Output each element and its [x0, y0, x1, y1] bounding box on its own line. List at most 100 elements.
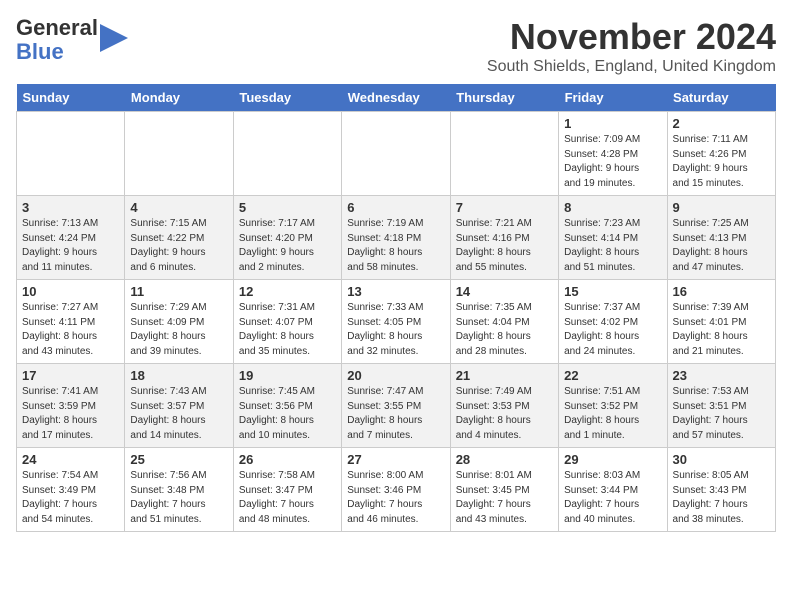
calendar-cell: 23Sunrise: 7:53 AM Sunset: 3:51 PM Dayli… — [667, 364, 775, 448]
calendar-cell: 1 Sunrise: 7:09 AM Sunset: 4:28 PM Daylig… — [559, 112, 667, 196]
calendar-week-4: 17Sunrise: 7:41 AM Sunset: 3:59 PM Dayli… — [17, 364, 776, 448]
day-number: 18 — [130, 368, 227, 383]
calendar-cell: 27 Sunrise: 8:00 AM Sunset: 3:46 PM Dayli… — [342, 448, 450, 532]
logo: GeneralBlue — [16, 16, 128, 64]
calendar-week-5: 24 Sunrise: 7:54 AM Sunset: 3:49 PM Dayli… — [17, 448, 776, 532]
day-info: Sunrise: 8:05 AM Sunset: 3:43 PM Dayligh… — [673, 469, 770, 527]
day-number: 9 — [673, 200, 770, 215]
day-info: Sunrise: 7:29 AM Sunset: 4:09 PM Dayligh… — [130, 301, 227, 359]
day-info: Sunrise: 8:00 AM Sunset: 3:46 PM Dayligh… — [347, 469, 444, 527]
calendar-cell: 19 Sunrise: 7:45 AM Sunset: 3:56 PM Dayli… — [233, 364, 341, 448]
day-info: Sunrise: 7:47 AM Sunset: 3:55 PM Dayligh… — [347, 385, 444, 443]
day-number: 8 — [564, 200, 661, 215]
calendar-cell: 7 Sunrise: 7:21 AM Sunset: 4:16 PM Daylig… — [450, 196, 558, 280]
calendar-cell — [17, 112, 125, 196]
day-number: 15 — [564, 284, 661, 299]
day-number: 1 — [564, 116, 661, 131]
day-number: 13 — [347, 284, 444, 299]
day-info: Sunrise: 7:19 AM Sunset: 4:18 PM Dayligh… — [347, 217, 444, 275]
weekday-header-row: SundayMondayTuesdayWednesdayThursdayFrid… — [17, 84, 776, 112]
day-number: 30 — [673, 452, 770, 467]
day-info: Sunrise: 7:37 AM Sunset: 4:02 PM Dayligh… — [564, 301, 661, 359]
calendar-cell: 5 Sunrise: 7:17 AM Sunset: 4:20 PM Daylig… — [233, 196, 341, 280]
calendar-cell: 26Sunrise: 7:58 AM Sunset: 3:47 PM Dayli… — [233, 448, 341, 532]
day-info: Sunrise: 7:51 AM Sunset: 3:52 PM Dayligh… — [564, 385, 661, 443]
day-info: Sunrise: 7:43 AM Sunset: 3:57 PM Dayligh… — [130, 385, 227, 443]
day-info: Sunrise: 7:33 AM Sunset: 4:05 PM Dayligh… — [347, 301, 444, 359]
day-number: 23 — [673, 368, 770, 383]
weekday-header-monday: Monday — [125, 84, 233, 112]
calendar-cell: 30 Sunrise: 8:05 AM Sunset: 3:43 PM Dayli… — [667, 448, 775, 532]
calendar-cell: 22 Sunrise: 7:51 AM Sunset: 3:52 PM Dayli… — [559, 364, 667, 448]
weekday-header-friday: Friday — [559, 84, 667, 112]
day-info: Sunrise: 7:41 AM Sunset: 3:59 PM Dayligh… — [22, 385, 119, 443]
day-info: Sunrise: 7:31 AM Sunset: 4:07 PM Dayligh… — [239, 301, 336, 359]
calendar-week-2: 3 Sunrise: 7:13 AM Sunset: 4:24 PM Daylig… — [17, 196, 776, 280]
day-info: Sunrise: 7:13 AM Sunset: 4:24 PM Dayligh… — [22, 217, 119, 275]
day-info: Sunrise: 8:03 AM Sunset: 3:44 PM Dayligh… — [564, 469, 661, 527]
page-subtitle: South Shields, England, United Kingdom — [487, 58, 776, 76]
calendar-cell: 4Sunrise: 7:15 AM Sunset: 4:22 PM Daylig… — [125, 196, 233, 280]
calendar-cell: 10 Sunrise: 7:27 AM Sunset: 4:11 PM Dayli… — [17, 280, 125, 364]
calendar-cell: 25 Sunrise: 7:56 AM Sunset: 3:48 PM Dayli… — [125, 448, 233, 532]
day-info: Sunrise: 7:21 AM Sunset: 4:16 PM Dayligh… — [456, 217, 553, 275]
calendar-table: SundayMondayTuesdayWednesdayThursdayFrid… — [16, 84, 776, 532]
calendar-cell: 12 Sunrise: 7:31 AM Sunset: 4:07 PM Dayli… — [233, 280, 341, 364]
day-number: 20 — [347, 368, 444, 383]
day-info: Sunrise: 7:23 AM Sunset: 4:14 PM Dayligh… — [564, 217, 661, 275]
calendar-cell: 9Sunrise: 7:25 AM Sunset: 4:13 PM Daylig… — [667, 196, 775, 280]
day-number: 29 — [564, 452, 661, 467]
day-number: 11 — [130, 284, 227, 299]
calendar-cell — [233, 112, 341, 196]
day-number: 28 — [456, 452, 553, 467]
day-info: Sunrise: 7:56 AM Sunset: 3:48 PM Dayligh… — [130, 469, 227, 527]
weekday-header-tuesday: Tuesday — [233, 84, 341, 112]
calendar-cell: 11 Sunrise: 7:29 AM Sunset: 4:09 PM Dayli… — [125, 280, 233, 364]
calendar-cell: 3 Sunrise: 7:13 AM Sunset: 4:24 PM Daylig… — [17, 196, 125, 280]
day-number: 6 — [347, 200, 444, 215]
weekday-header-thursday: Thursday — [450, 84, 558, 112]
day-info: Sunrise: 7:39 AM Sunset: 4:01 PM Dayligh… — [673, 301, 770, 359]
day-info: Sunrise: 7:58 AM Sunset: 3:47 PM Dayligh… — [239, 469, 336, 527]
day-number: 5 — [239, 200, 336, 215]
day-info: Sunrise: 7:27 AM Sunset: 4:11 PM Dayligh… — [22, 301, 119, 359]
calendar-cell: 13 Sunrise: 7:33 AM Sunset: 4:05 PM Dayli… — [342, 280, 450, 364]
day-number: 10 — [22, 284, 119, 299]
weekday-header-sunday: Sunday — [17, 84, 125, 112]
day-info: Sunrise: 7:15 AM Sunset: 4:22 PM Dayligh… — [130, 217, 227, 275]
day-number: 12 — [239, 284, 336, 299]
day-number: 16 — [673, 284, 770, 299]
day-info: Sunrise: 7:17 AM Sunset: 4:20 PM Dayligh… — [239, 217, 336, 275]
calendar-cell: 16 Sunrise: 7:39 AM Sunset: 4:01 PM Dayli… — [667, 280, 775, 364]
day-info: Sunrise: 7:54 AM Sunset: 3:49 PM Dayligh… — [22, 469, 119, 527]
day-number: 22 — [564, 368, 661, 383]
day-number: 21 — [456, 368, 553, 383]
day-number: 7 — [456, 200, 553, 215]
calendar-cell: 17Sunrise: 7:41 AM Sunset: 3:59 PM Dayli… — [17, 364, 125, 448]
calendar-cell: 6 Sunrise: 7:19 AM Sunset: 4:18 PM Daylig… — [342, 196, 450, 280]
calendar-cell — [450, 112, 558, 196]
header: GeneralBlue November 2024 South Shields,… — [16, 16, 776, 76]
day-info: Sunrise: 7:09 AM Sunset: 4:28 PM Dayligh… — [564, 133, 661, 191]
calendar-cell: 8 Sunrise: 7:23 AM Sunset: 4:14 PM Daylig… — [559, 196, 667, 280]
calendar-cell — [342, 112, 450, 196]
day-info: Sunrise: 7:45 AM Sunset: 3:56 PM Dayligh… — [239, 385, 336, 443]
day-number: 19 — [239, 368, 336, 383]
calendar-week-1: 1 Sunrise: 7:09 AM Sunset: 4:28 PM Daylig… — [17, 112, 776, 196]
day-number: 24 — [22, 452, 119, 467]
day-number: 2 — [673, 116, 770, 131]
calendar-cell: 20 Sunrise: 7:47 AM Sunset: 3:55 PM Dayli… — [342, 364, 450, 448]
day-number: 25 — [130, 452, 227, 467]
calendar-cell: 24 Sunrise: 7:54 AM Sunset: 3:49 PM Dayli… — [17, 448, 125, 532]
calendar-cell: 14Sunrise: 7:35 AM Sunset: 4:04 PM Dayli… — [450, 280, 558, 364]
day-info: Sunrise: 7:35 AM Sunset: 4:04 PM Dayligh… — [456, 301, 553, 359]
day-number: 27 — [347, 452, 444, 467]
calendar-cell: 29 Sunrise: 8:03 AM Sunset: 3:44 PM Dayli… — [559, 448, 667, 532]
day-number: 3 — [22, 200, 119, 215]
weekday-header-wednesday: Wednesday — [342, 84, 450, 112]
day-info: Sunrise: 7:49 AM Sunset: 3:53 PM Dayligh… — [456, 385, 553, 443]
day-info: Sunrise: 7:11 AM Sunset: 4:26 PM Dayligh… — [673, 133, 770, 191]
calendar-cell: 28Sunrise: 8:01 AM Sunset: 3:45 PM Dayli… — [450, 448, 558, 532]
logo-arrow-icon — [100, 20, 128, 56]
logo-text: GeneralBlue — [16, 16, 98, 64]
